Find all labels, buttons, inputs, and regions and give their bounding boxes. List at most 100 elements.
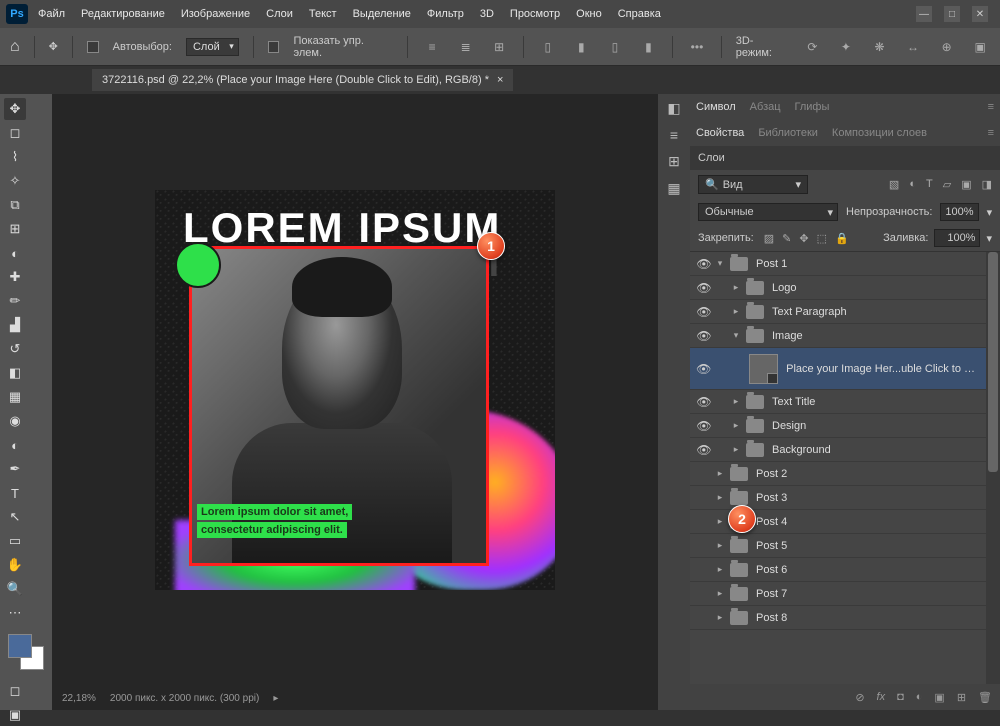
panel-menu-icon[interactable]: ≡ <box>988 101 994 113</box>
layer-name[interactable]: Image <box>772 330 803 342</box>
layers-scrollbar[interactable] <box>986 252 1000 684</box>
layer-row[interactable]: ▸ Post 5 <box>690 534 986 558</box>
layer-name[interactable]: Post 1 <box>756 258 787 270</box>
menu-редактирование[interactable]: Редактирование <box>73 4 173 24</box>
gradient-tool[interactable]: ▦ <box>4 386 26 408</box>
blur-tool[interactable]: ◉ <box>4 410 26 432</box>
layer-row[interactable]: ▸Post 8 <box>690 606 986 630</box>
disclosure-icon[interactable]: ▸ <box>714 516 726 527</box>
disclosure-icon[interactable]: ▾ <box>714 258 726 269</box>
disclosure-icon[interactable]: ▸ <box>714 540 726 551</box>
more-icon[interactable]: ••• <box>687 38 707 56</box>
color-swatch[interactable] <box>8 634 44 670</box>
layer-row[interactable]: 👁▸Text Title <box>690 390 986 414</box>
visibility-icon[interactable]: 👁 <box>694 329 714 343</box>
fx-icon[interactable]: fx <box>877 691 886 703</box>
transform-checkbox[interactable] <box>268 41 280 53</box>
brush-tool[interactable]: ✏ <box>4 290 26 312</box>
menu-слои[interactable]: Слои <box>258 4 301 24</box>
distribute-icon[interactable]: ▯ <box>605 38 625 56</box>
layer-row[interactable]: 👁 ▸ Background <box>690 438 986 462</box>
wand-tool[interactable]: ✧ <box>4 170 26 192</box>
layer-name[interactable]: Post 4 <box>756 516 787 528</box>
menu-текст[interactable]: Текст <box>301 4 345 24</box>
distribute-icon[interactable]: ▯ <box>538 38 558 56</box>
layer-row[interactable]: 👁 ▸ Logo <box>690 276 986 300</box>
layer-name[interactable]: Design <box>772 420 806 432</box>
fill-chevron-icon[interactable]: ▾ <box>986 232 992 245</box>
eraser-tool[interactable]: ◧ <box>4 362 26 384</box>
lock-all-icon[interactable]: 🔒 <box>835 232 849 245</box>
filter-shape-icon[interactable]: ▱ <box>943 178 951 191</box>
hand-tool[interactable]: ✋ <box>4 554 26 576</box>
new-layer-icon[interactable]: ⊞ <box>957 691 966 704</box>
layer-row[interactable]: ▸Post 7 <box>690 582 986 606</box>
lasso-tool[interactable]: ⌇ <box>4 146 26 168</box>
disclosure-icon[interactable]: ▸ <box>730 444 742 455</box>
fill-input[interactable]: 100% <box>934 229 980 247</box>
zoom-tool[interactable]: 🔍 <box>4 578 26 600</box>
disclosure-icon[interactable]: ▸ <box>714 564 726 575</box>
document-canvas[interactable]: LOREM IPSUM LOREM IPSUM Lorem ipsum dolo… <box>155 190 555 590</box>
layer-row[interactable]: ▸Post 2 <box>690 462 986 486</box>
disclosure-icon[interactable]: ▸ <box>714 588 726 599</box>
maximize-button[interactable]: □ <box>944 6 960 22</box>
disclosure-icon[interactable]: ▸ <box>730 420 742 431</box>
layer-row[interactable]: 👁▾ Post 1 <box>690 252 986 276</box>
menu-3d[interactable]: 3D <box>472 4 502 24</box>
document-tab[interactable]: 3722116.psd @ 22,2% (Place your Image He… <box>92 69 513 91</box>
status-arrow-icon[interactable]: ▸ <box>273 693 278 704</box>
blend-mode-dropdown[interactable]: Обычные <box>698 203 838 221</box>
layer-row[interactable]: 👁Place your Image Her...uble Click to Ed… <box>690 348 986 390</box>
scale-icon[interactable]: ⊕ <box>937 38 957 56</box>
filter-toggle-icon[interactable]: ◨ <box>982 178 992 191</box>
adjustments-icon[interactable]: ◧ <box>667 100 680 117</box>
disclosure-icon[interactable]: ▸ <box>714 492 726 503</box>
adjustment-icon[interactable]: ◐ <box>916 691 923 703</box>
align-icon[interactable]: ≡ <box>422 38 442 56</box>
dots-tool[interactable]: ⋯ <box>4 602 26 624</box>
disclosure-icon[interactable]: ▾ <box>730 330 742 341</box>
layer-row[interactable]: 👁▸Text Paragraph <box>690 300 986 324</box>
tab-symbol[interactable]: Символ <box>696 101 736 113</box>
eyedropper-tool[interactable]: ◐ <box>4 242 26 264</box>
styles-icon[interactable]: ≡ <box>670 127 678 143</box>
foreground-color[interactable] <box>8 634 32 658</box>
layer-name[interactable]: Post 5 <box>756 540 787 552</box>
camera-icon[interactable]: ▣ <box>970 38 990 56</box>
layer-row[interactable]: ▸ Post 6 <box>690 558 986 582</box>
mask-icon[interactable]: ◘ <box>897 691 904 703</box>
layers-list[interactable]: 👁▾Post 1👁▸Logo👁▸Text Paragraph👁▾Image👁Pl… <box>690 252 986 684</box>
layer-thumbnail[interactable] <box>749 354 778 384</box>
tab-libraries[interactable]: Библиотеки <box>758 127 818 139</box>
screenmode-tool[interactable]: ▣ <box>4 704 26 726</box>
layer-name[interactable]: Post 2 <box>756 468 787 480</box>
lock-transparency-icon[interactable]: ▨ <box>764 232 774 245</box>
swatches-icon[interactable]: ⊞ <box>668 153 680 170</box>
filter-adjust-icon[interactable]: ◐ <box>909 178 916 191</box>
quickmask-tool[interactable]: ◻ <box>4 680 26 702</box>
orbit-icon[interactable]: ⟳ <box>803 38 823 56</box>
filter-pixel-icon[interactable]: ▧ <box>889 178 899 191</box>
disclosure-icon[interactable]: ▸ <box>730 282 742 293</box>
layers-panel-header[interactable]: Слои <box>690 146 1000 170</box>
frame-tool[interactable]: ⊞ <box>4 218 26 240</box>
disclosure-icon[interactable]: ▸ <box>714 612 726 623</box>
layer-name[interactable]: Background <box>772 444 831 456</box>
disclosure-icon[interactable]: ▸ <box>730 396 742 407</box>
menu-справка[interactable]: Справка <box>610 4 669 24</box>
move-tool[interactable]: ✥ <box>4 98 26 120</box>
delete-icon[interactable]: 🗑 <box>978 691 992 704</box>
visibility-icon[interactable]: 👁 <box>694 443 714 457</box>
layer-name[interactable]: Place your Image Her...uble Click to Edi… <box>786 363 982 375</box>
menu-файл[interactable]: Файл <box>30 4 73 24</box>
visibility-icon[interactable]: 👁 <box>694 257 714 271</box>
layer-filter-dropdown[interactable]: 🔍 Вид ▾ <box>698 175 808 194</box>
menu-выделение[interactable]: Выделение <box>345 4 419 24</box>
layer-name[interactable]: Post 6 <box>756 564 787 576</box>
shape-tool[interactable]: ▭ <box>4 530 26 552</box>
filter-smart-icon[interactable]: ▣ <box>961 178 971 191</box>
layer-name[interactable]: Logo <box>772 282 796 294</box>
visibility-icon[interactable]: 👁 <box>694 281 714 295</box>
disclosure-icon[interactable]: ▸ <box>730 306 742 317</box>
